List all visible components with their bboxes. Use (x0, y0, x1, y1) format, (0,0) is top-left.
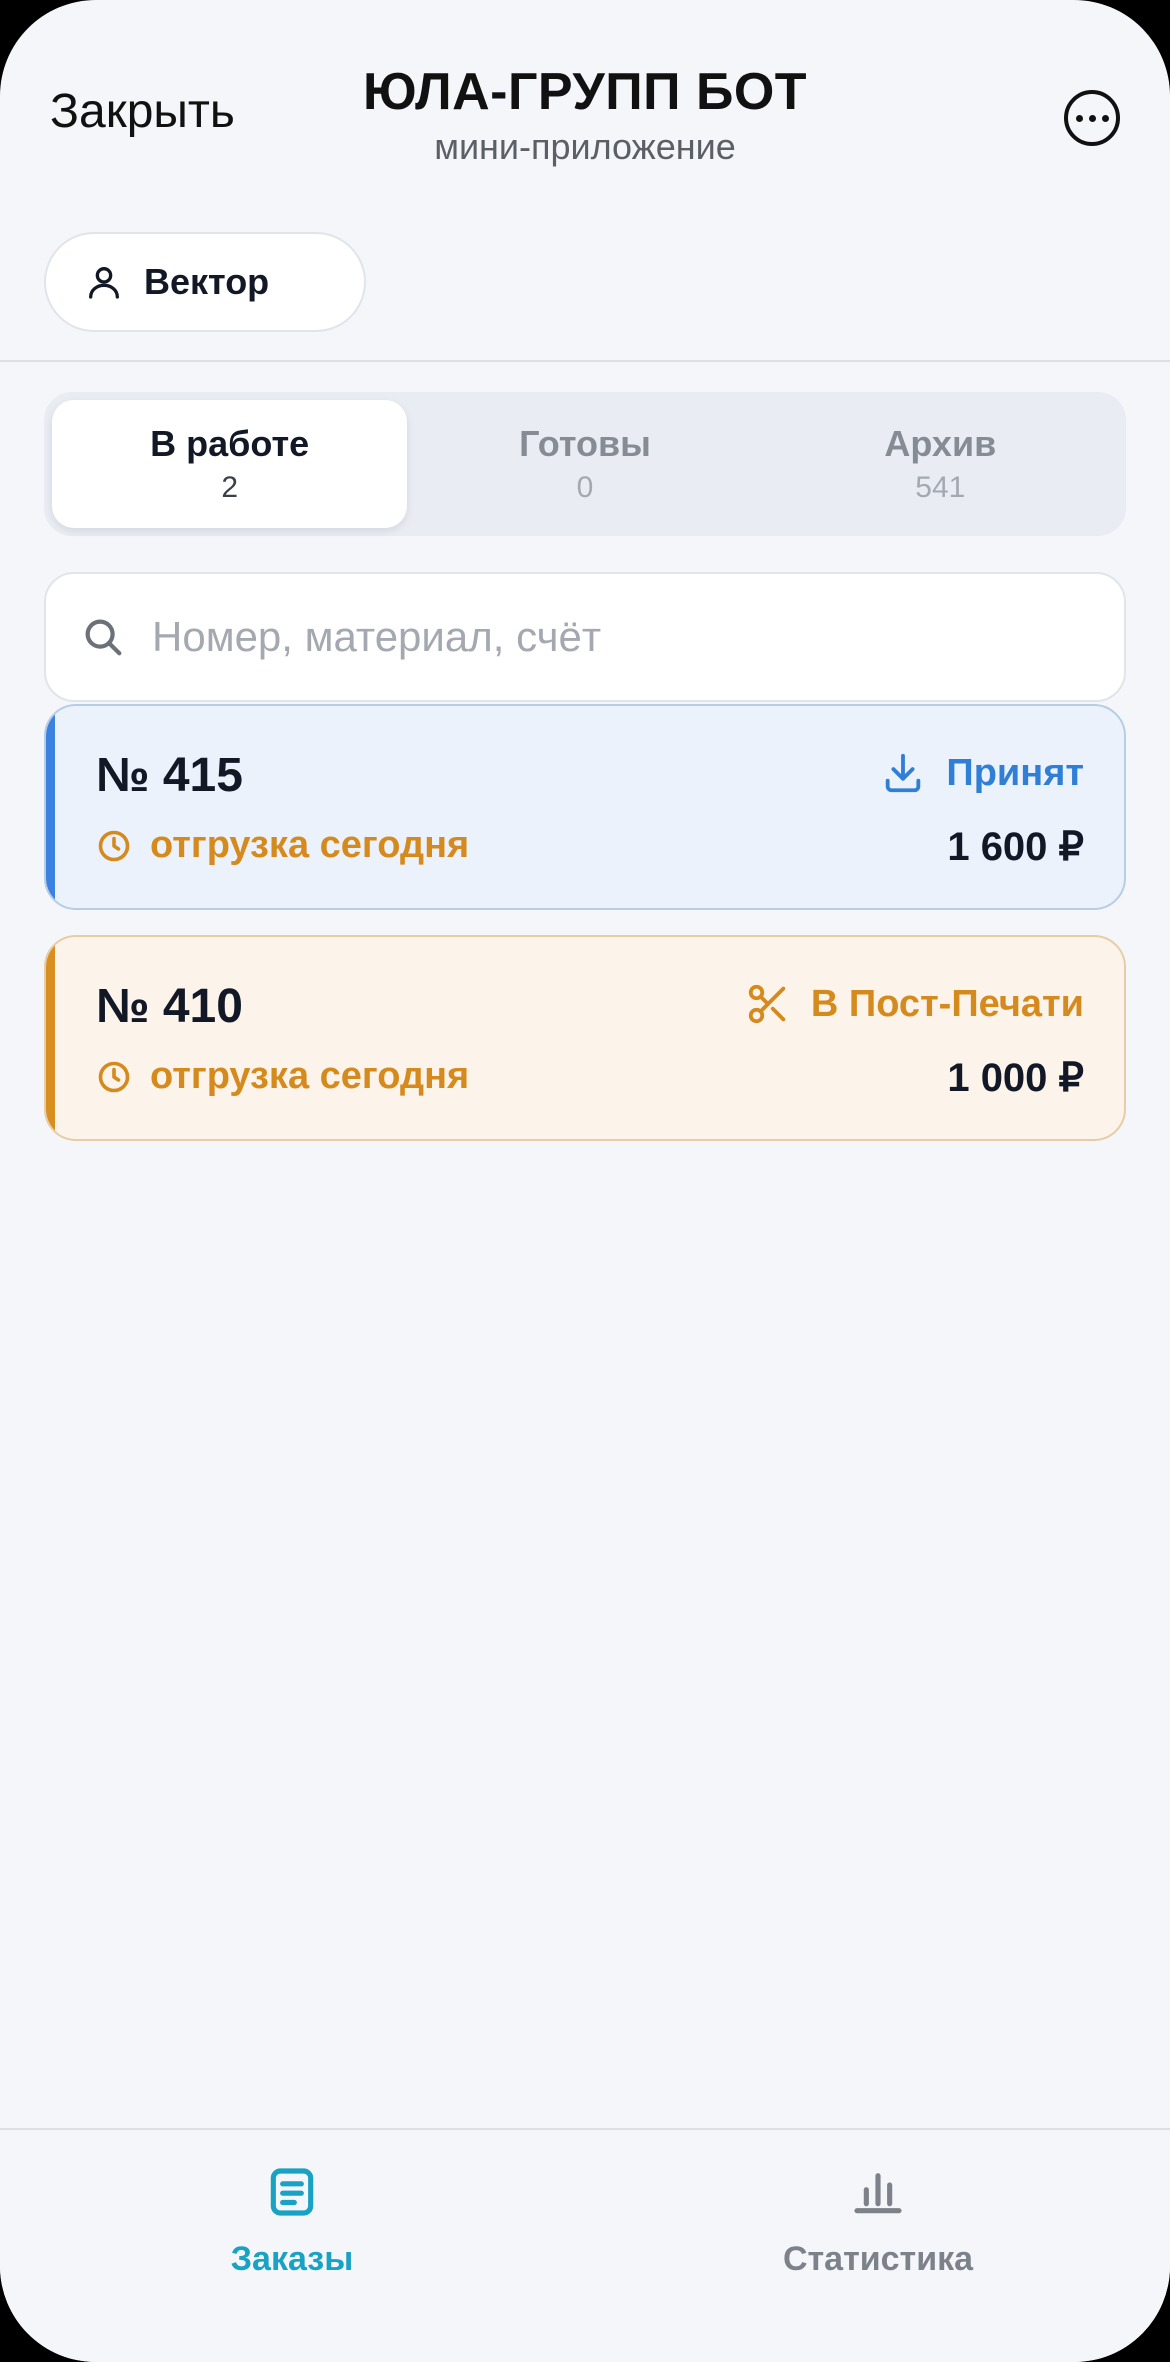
user-name: Вектор (144, 261, 270, 302)
order-price: 1 000 ₽ (947, 1056, 1084, 1100)
user-chip[interactable]: Вектор (44, 232, 366, 332)
more-icon[interactable] (1064, 90, 1120, 146)
header-divider (0, 360, 1170, 362)
order-price: 1 600 ₽ (947, 825, 1084, 869)
tab-label: В работе (150, 423, 310, 464)
app-title: ЮЛА-ГРУПП БОТ (362, 63, 808, 121)
tab-count: 0 (576, 471, 594, 504)
order-status: В Пост-Печати (745, 981, 1084, 1027)
order-status-label: В Пост-Печати (810, 982, 1084, 1025)
tab-label: Готовы (519, 423, 651, 464)
scissors-icon (748, 984, 786, 1024)
clock-icon (98, 1061, 130, 1092)
order-card[interactable]: № 410 В Пост-Печати отгрузка сегодня 1 0… (44, 935, 1126, 1141)
search-input[interactable] (150, 612, 1054, 662)
tab-ready[interactable]: Готовы 0 (407, 400, 762, 528)
tab-count: 2 (221, 471, 238, 504)
search-icon (85, 619, 122, 656)
order-shipping: отгрузка сегодня (96, 1055, 469, 1098)
stats-icon (854, 2173, 902, 2214)
order-card[interactable]: № 415 Принят отгрузка сегодня 1 600 ₽ (44, 704, 1126, 910)
orders-icon (270, 2168, 314, 2216)
order-accent-bar (46, 937, 55, 1139)
bottom-nav: Заказы Статистика (0, 2128, 1170, 2362)
nav-stats[interactable]: Статистика (728, 2164, 1028, 2279)
person-icon (89, 267, 120, 299)
order-number: № 415 (96, 749, 243, 802)
nav-orders-label: Заказы (230, 2240, 354, 2278)
order-number: № 410 (96, 980, 243, 1033)
app-subtitle: мини-приложение (434, 126, 736, 167)
download-icon (886, 753, 921, 793)
nav-stats-label: Статистика (782, 2240, 974, 2278)
tab-archive[interactable]: Архив 541 (763, 400, 1118, 528)
order-shipping: отгрузка сегодня (96, 824, 469, 867)
tab-count: 541 (915, 471, 966, 504)
tab-label: Архив (884, 423, 997, 464)
order-shipping-label: отгрузка сегодня (150, 824, 470, 866)
clock-icon (98, 830, 130, 861)
status-tabs: В работе 2 Готовы 0 Архив 541 (44, 392, 1126, 536)
order-shipping-label: отгрузка сегодня (150, 1055, 470, 1097)
nav-orders[interactable]: Заказы (142, 2164, 442, 2279)
order-status: Принят (880, 750, 1084, 796)
tab-in-progress[interactable]: В работе 2 (52, 400, 408, 528)
order-accent-bar (46, 706, 55, 908)
app-screen: Закрыть ЮЛА-ГРУПП БОТ мини-приложение Ве… (0, 0, 1170, 2362)
order-status-label: Принят (946, 751, 1084, 794)
search-box[interactable] (44, 572, 1126, 702)
